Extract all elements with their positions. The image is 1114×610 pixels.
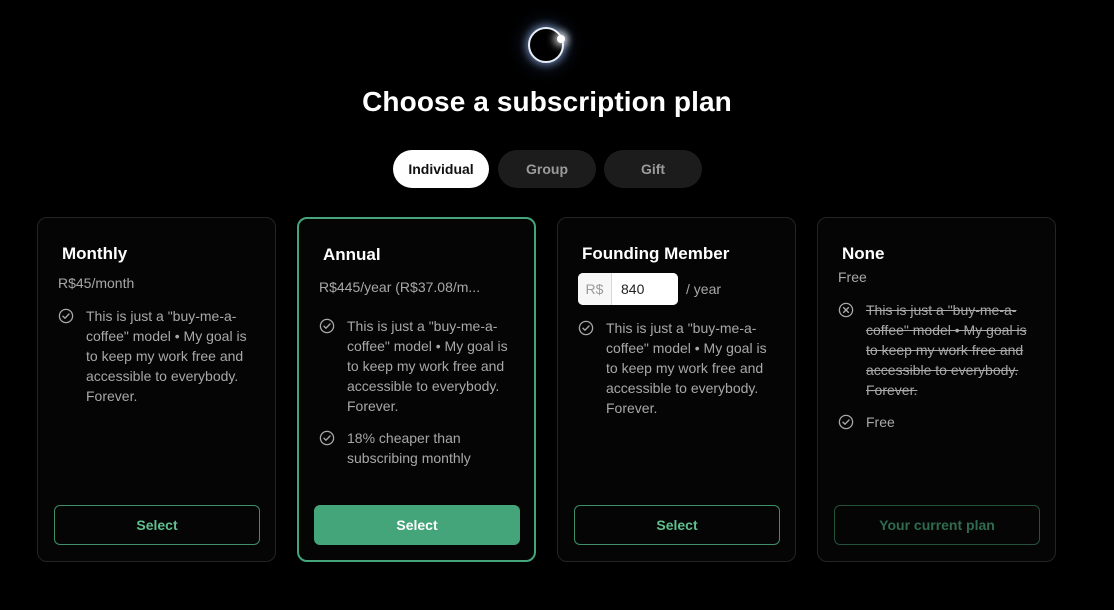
x-circle-icon: [838, 302, 854, 318]
current-plan-button: Your current plan: [834, 505, 1040, 545]
plan-card-none: None Free This is just a "buy-me-a-coffe…: [817, 217, 1056, 562]
page-title: Choose a subscription plan: [362, 86, 732, 117]
select-monthly-button[interactable]: Select: [54, 505, 260, 545]
plan-feature-text: Free: [866, 414, 895, 430]
amount-field: R$: [578, 273, 678, 305]
plan-price: R$445/year (R$37.08/m...: [319, 279, 481, 295]
tab-individual[interactable]: Individual: [393, 150, 489, 188]
plan-feature: 18% cheaper than subscribing monthly: [319, 428, 519, 468]
plan-feature: Free: [838, 412, 1038, 432]
plan-feature-text: This is just a "buy-me-a-coffee" model •…: [86, 308, 247, 404]
tab-group[interactable]: Group: [498, 150, 596, 188]
amount-period: / year: [686, 281, 722, 297]
check-circle-icon: [319, 430, 335, 446]
plan-name: Founding Member: [582, 244, 730, 263]
plan-feature: This is just a "buy-me-a-coffee" model •…: [58, 306, 258, 406]
eclipse-flare: [557, 35, 565, 43]
plan-card-monthly: Monthly R$45/month This is just a "buy-m…: [37, 217, 276, 562]
eclipse-logo: [528, 27, 564, 63]
tab-gift[interactable]: Gift: [604, 150, 702, 188]
select-founding-member-button[interactable]: Select: [574, 505, 780, 545]
plan-card-founding-member: Founding Member R$ / year This is just a…: [557, 217, 796, 562]
check-circle-icon: [578, 320, 594, 336]
subscription-page: Choose a subscription plan Individual Gr…: [0, 0, 1114, 610]
plan-price: R$45/month: [58, 275, 135, 291]
plan-type-tabs: Individual Group Gift: [0, 150, 1094, 188]
check-circle-icon: [319, 318, 335, 334]
plan-name: None: [842, 244, 885, 263]
plan-name: Annual: [323, 245, 381, 264]
plan-card-annual: Annual R$445/year (R$37.08/m... This is …: [297, 217, 536, 562]
plan-feature: This is just a "buy-me-a-coffee" model •…: [578, 318, 778, 418]
plan-name: Monthly: [62, 244, 128, 263]
plan-feature-text: This is just a "buy-me-a-coffee" model •…: [347, 318, 508, 414]
plan-feature-text: This is just a "buy-me-a-coffee" model •…: [866, 302, 1027, 398]
plan-feature-text: This is just a "buy-me-a-coffee" model •…: [606, 320, 767, 416]
check-circle-icon: [838, 414, 854, 430]
plan-feature-text: 18% cheaper than subscribing monthly: [347, 430, 471, 466]
check-circle-icon: [58, 308, 74, 324]
select-annual-button[interactable]: Select: [314, 505, 520, 545]
plan-feature: This is just a "buy-me-a-coffee" model •…: [838, 300, 1038, 400]
plan-price: Free: [838, 269, 867, 285]
currency-prefix: R$: [578, 273, 612, 305]
amount-input[interactable]: [612, 273, 678, 305]
plan-feature: This is just a "buy-me-a-coffee" model •…: [319, 316, 519, 416]
